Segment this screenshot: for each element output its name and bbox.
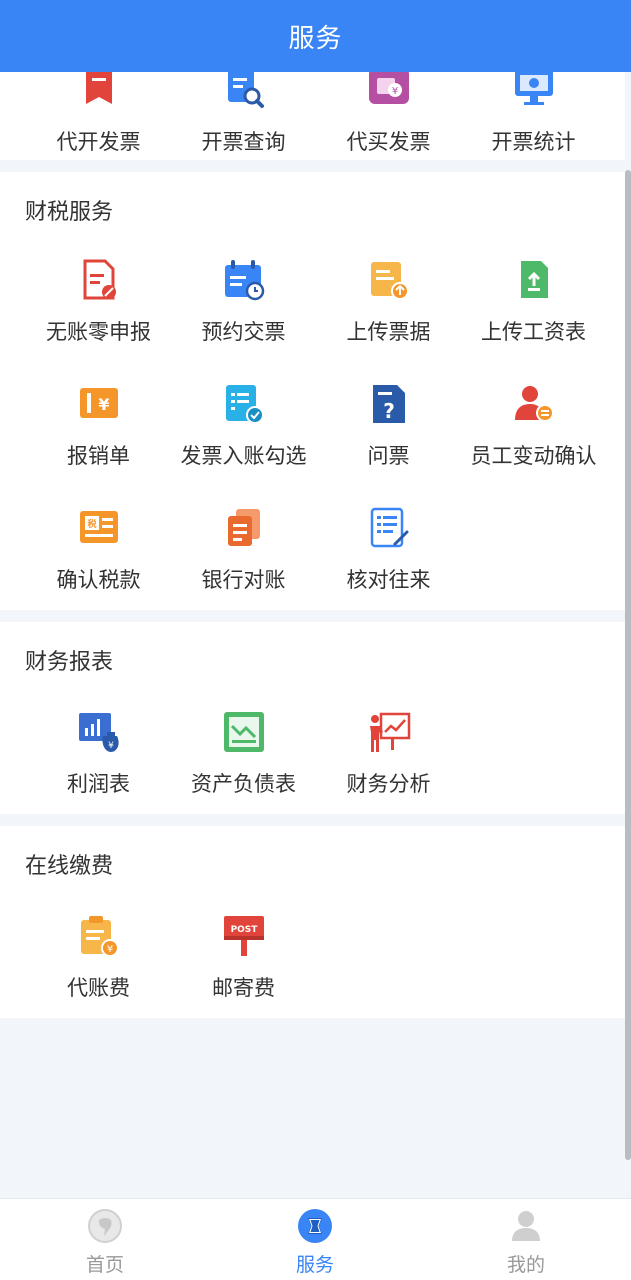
section-online-payment: 在线缴费 ¥ 代账费 POST 邮寄费 — [0, 826, 625, 1018]
grid-item-calendar[interactable]: 预约交票 — [171, 258, 316, 358]
tab-label: 我的 — [506, 1254, 545, 1276]
section-title: 财税服务 — [25, 200, 114, 225]
scroll-content[interactable]: 代开发票 开票查询 ¥ 代买发票 开票统计 财税服务 无账零申报 预约交票 上传… — [0, 72, 631, 1198]
profit-chart-icon: ¥ — [77, 710, 121, 754]
grid-item-tax-confirm[interactable]: 税 确认税款 — [26, 506, 171, 606]
bottom-tab-bar: 首页 服务 我的 — [0, 1198, 631, 1280]
invoice-stats-icon — [512, 72, 556, 110]
grid-item-label: 上传票据 — [346, 320, 431, 344]
reimburse-icon: ¥ — [77, 382, 121, 426]
grid-item-label: 确认税款 — [56, 568, 141, 592]
bank-reconcile-icon — [222, 506, 266, 550]
grid-item-label: 报销单 — [67, 444, 130, 468]
invoice-card: 代开发票 开票查询 ¥ 代买发票 开票统计 — [0, 72, 625, 160]
presentation-chart-icon — [367, 710, 411, 754]
page-title: 服务 — [288, 23, 343, 54]
tab-home[interactable]: 首页 — [0, 1199, 210, 1280]
tab-label: 服务 — [295, 1254, 334, 1276]
home-icon — [86, 1207, 124, 1245]
zero-declare-icon — [77, 258, 121, 302]
grid-item-label: 代账费 — [67, 976, 130, 1000]
grid-item-label: 代买发票 — [346, 130, 431, 154]
invoice-check-icon — [222, 382, 266, 426]
service-icon — [296, 1207, 334, 1245]
invoice-search-icon — [222, 72, 266, 110]
user-icon — [507, 1207, 545, 1245]
section-financial-reports: 财务报表 ¥ 利润表 资产负债表 财务分析 — [0, 622, 625, 814]
grid-item-post-box[interactable]: POST 邮寄费 — [171, 914, 316, 1014]
upload-receipt-icon — [367, 258, 411, 302]
upload-payroll-icon — [512, 258, 556, 302]
grid-item-bookkeeping-fee[interactable]: ¥ 代账费 — [26, 914, 171, 1014]
calendar-icon — [222, 258, 266, 302]
section-title: 财务报表 — [25, 650, 114, 675]
svg-text:¥: ¥ — [106, 944, 112, 955]
checklist-edit-icon — [367, 506, 411, 550]
grid-item-profit-chart[interactable]: ¥ 利润表 — [26, 710, 171, 810]
section-tax-services: 财税服务 无账零申报 预约交票 上传票据 上传工资表 ¥ 报销单 发票入账勾选 … — [0, 172, 625, 610]
grid-item-label: 无账零申报 — [46, 320, 151, 344]
question-doc-icon: ? — [367, 382, 411, 426]
grid-item-label: 开票查询 — [201, 130, 286, 154]
grid-item-zero-declare[interactable]: 无账零申报 — [26, 258, 171, 358]
grid-item-label: 发票入账勾选 — [180, 444, 307, 468]
grid-item-employee-change[interactable]: 员工变动确认 — [461, 382, 606, 482]
top-bar: 服务 — [0, 0, 631, 72]
grid-item-invoice-check[interactable]: 发票入账勾选 — [171, 382, 316, 482]
svg-text:¥: ¥ — [98, 395, 109, 414]
invoice-buy-icon: ¥ — [367, 72, 411, 110]
grid-item-bank-reconcile[interactable]: 银行对账 — [171, 506, 316, 606]
grid-item-label: 核对往来 — [346, 568, 431, 592]
grid-item-reimburse[interactable]: ¥ 报销单 — [26, 382, 171, 482]
grid-item-checklist-edit[interactable]: 核对往来 — [316, 506, 461, 606]
grid-item-question-doc[interactable]: ? 问票 — [316, 382, 461, 482]
grid-item-label: 开票统计 — [491, 130, 576, 154]
grid-item-label: 财务分析 — [346, 772, 431, 796]
section-title: 在线缴费 — [25, 854, 114, 879]
svg-text:?: ? — [383, 399, 395, 423]
employee-change-icon — [512, 382, 556, 426]
balance-sheet-icon — [222, 710, 266, 754]
tax-confirm-icon: 税 — [77, 506, 121, 550]
svg-text:¥: ¥ — [391, 86, 397, 97]
scrollbar[interactable] — [625, 170, 631, 1160]
grid-item-label: 利润表 — [67, 772, 130, 796]
grid-item-label: 预约交票 — [201, 320, 286, 344]
post-box-icon: POST — [222, 914, 266, 958]
grid-item-label: 员工变动确认 — [470, 444, 597, 468]
grid-item-balance-sheet[interactable]: 资产负债表 — [171, 710, 316, 810]
tab-mine[interactable]: 我的 — [421, 1199, 631, 1280]
grid-item-label: 上传工资表 — [481, 320, 586, 344]
grid-item-label: 代开发票 — [56, 130, 141, 154]
grid-item-label: 银行对账 — [201, 568, 286, 592]
tab-label: 首页 — [85, 1254, 124, 1276]
bookkeeping-fee-icon: ¥ — [77, 914, 121, 958]
grid-item-upload-receipt[interactable]: 上传票据 — [316, 258, 461, 358]
svg-text:POST: POST — [230, 925, 258, 935]
tab-service[interactable]: 服务 — [210, 1199, 420, 1280]
invoice-issue-icon — [77, 72, 121, 110]
svg-text:税: 税 — [87, 518, 96, 530]
grid-item-presentation-chart[interactable]: 财务分析 — [316, 710, 461, 810]
svg-text:¥: ¥ — [108, 741, 114, 751]
grid-item-label: 资产负债表 — [191, 772, 296, 796]
grid-item-label: 邮寄费 — [212, 976, 275, 1000]
grid-item-upload-payroll[interactable]: 上传工资表 — [461, 258, 606, 358]
grid-item-label: 问票 — [367, 444, 410, 468]
service-page: 服务 代开发票 开票查询 ¥ 代买发票 开票统计 财税服务 无账零申报 预约交票… — [0, 0, 631, 1280]
